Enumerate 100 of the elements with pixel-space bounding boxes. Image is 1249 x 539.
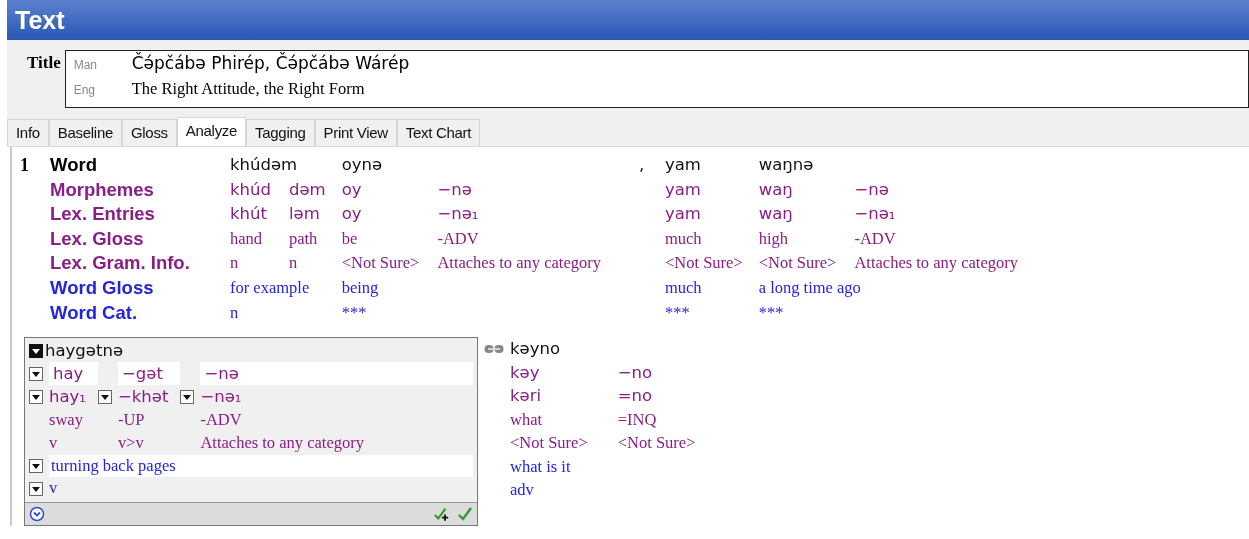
writing-system-label: Eng (73, 83, 97, 97)
window-title: Text (15, 5, 65, 35)
lex-gloss-text: be (341, 227, 359, 250)
lex-entry-text: oy (341, 203, 363, 226)
title-field[interactable]: Man Čə́pčábə Phirép, Čə́pčábə Wárép Eng The Right Attitude, the Right Form (64, 50, 1249, 108)
word-text[interactable]: kəyno (510, 337, 561, 361)
punctuation: , (638, 155, 645, 174)
gram-info-text: Attaches to any category (200, 432, 365, 455)
word-gloss-text: a long time ago (758, 276, 862, 299)
link-icon[interactable] (484, 343, 504, 354)
word-category-text: n (230, 301, 240, 324)
gram-info-text: n (288, 252, 299, 275)
gram-info-text: Attaches to any category (854, 252, 1018, 275)
dropdown-icon[interactable] (180, 389, 195, 404)
morpheme-text: dəm (288, 178, 326, 201)
morpheme-field[interactable]: −gət (117, 362, 181, 386)
lex-entry-text: hay₁ (49, 386, 87, 409)
dropdown-icon[interactable] (29, 366, 43, 381)
gram-info-text: v>v (117, 432, 145, 455)
lex-gloss-text: path (288, 227, 319, 250)
word-gloss-text: for example (230, 276, 311, 299)
row-label: Morphemes (50, 177, 155, 202)
word-category-text: *** (341, 301, 368, 324)
lex-entry-text: ləm (288, 203, 321, 226)
lex-entry-text: −nə₁ (200, 386, 243, 409)
lex-entry-text: kəri (510, 385, 543, 408)
tab[interactable]: Tagging (246, 119, 315, 146)
lex-gloss-text: what (510, 408, 544, 431)
writing-system-label: Man (73, 58, 99, 72)
word-text[interactable]: khúdəm (230, 153, 326, 178)
word-text: haygətnə (45, 339, 124, 362)
lex-gloss-text: -ADV (437, 227, 480, 250)
morpheme-text: kəy (510, 361, 541, 384)
lex-gloss-text: hand (230, 227, 264, 250)
row-label: Word Gloss (50, 275, 155, 300)
morpheme-text: −nə (854, 178, 890, 201)
lex-gloss-text: =INQ (617, 408, 658, 431)
gram-info-text: <Not Sure> (510, 432, 588, 455)
tab[interactable]: Analyze (176, 117, 247, 146)
word-text[interactable]: oynə (341, 153, 601, 178)
word-gloss-field[interactable]: turning back pages (49, 454, 473, 477)
approve-and-add-icon[interactable] (433, 506, 449, 523)
dropdown-icon[interactable] (29, 344, 43, 359)
morpheme-text: khúd (230, 178, 271, 201)
segment-number: 1 (20, 154, 30, 177)
row-label: Word (50, 153, 98, 177)
lex-gloss-text: much (664, 227, 703, 250)
lex-gloss-text: -ADV (854, 227, 897, 250)
morpheme-text: oy (341, 178, 363, 201)
gram-info-text: <Not Sure> (664, 252, 743, 275)
dropdown-icon[interactable] (29, 481, 43, 496)
lex-entry-text: −nə₁ (854, 203, 897, 226)
lex-gloss-text: -UP (117, 409, 146, 432)
lex-entry-text: yam (664, 203, 702, 226)
row-label: Word Cat. (50, 300, 139, 325)
lex-entry-text: khút (230, 203, 268, 226)
tab[interactable]: Print View (314, 119, 397, 146)
tab[interactable]: Text Chart (396, 119, 481, 146)
word-gloss-text: being (341, 276, 380, 299)
morpheme-text: yam (664, 178, 702, 201)
lex-entry-text: waŋ (758, 203, 794, 226)
word-category-text: *** (758, 301, 785, 324)
field-label: Title (27, 52, 61, 73)
word-text[interactable]: yam (664, 153, 743, 178)
lex-gloss-text: -ADV (200, 409, 243, 432)
morpheme-text: −nə (437, 178, 473, 201)
tab[interactable]: Gloss (121, 119, 177, 146)
tab[interactable]: Info (7, 119, 49, 146)
title-text: The Right Attitude, the Right Form (131, 79, 365, 99)
morpheme-field[interactable]: hay (49, 362, 98, 386)
gram-info-text: Attaches to any category (437, 252, 601, 275)
word-category-text: adv (510, 479, 535, 502)
morpheme-text: waŋ (758, 178, 794, 201)
dropdown-icon[interactable] (97, 389, 112, 404)
dropdown-icon[interactable] (29, 458, 43, 473)
dropdown-icon[interactable] (29, 389, 43, 404)
gram-info-text: <Not Sure> (758, 252, 837, 275)
row-label: Lex. Entries (50, 202, 156, 227)
word-gloss-text: what is it (510, 455, 572, 478)
row-label: Lex. Gloss (50, 226, 145, 251)
morpheme-text: −no (617, 361, 654, 384)
word-category-text: *** (664, 301, 691, 324)
row-label: Lex. Gram. Info. (50, 251, 191, 276)
title-text: Čə́pčábə Phirép, Čə́pčábə Wárép (131, 53, 410, 73)
word-gloss-text: much (664, 276, 703, 299)
gram-info-text: v (49, 432, 59, 455)
gram-info-text: <Not Sure> (617, 432, 696, 455)
more-options-icon[interactable] (29, 506, 45, 523)
lex-gloss-text: sway (49, 409, 84, 432)
lex-entry-text: −khət (117, 386, 170, 409)
approve-icon[interactable] (457, 506, 473, 523)
gram-info-text: n (230, 252, 240, 275)
gram-info-text: <Not Sure> (341, 252, 420, 275)
lex-entry-text: −nə₁ (437, 203, 480, 226)
lex-gloss-text: high (758, 227, 790, 250)
word-category-text: v (49, 477, 58, 500)
lex-entry-text: =no (617, 385, 654, 408)
word-text[interactable]: waŋnə (758, 153, 1018, 178)
tab[interactable]: Baseline (48, 119, 122, 146)
morpheme-field[interactable]: −nə (200, 362, 473, 386)
